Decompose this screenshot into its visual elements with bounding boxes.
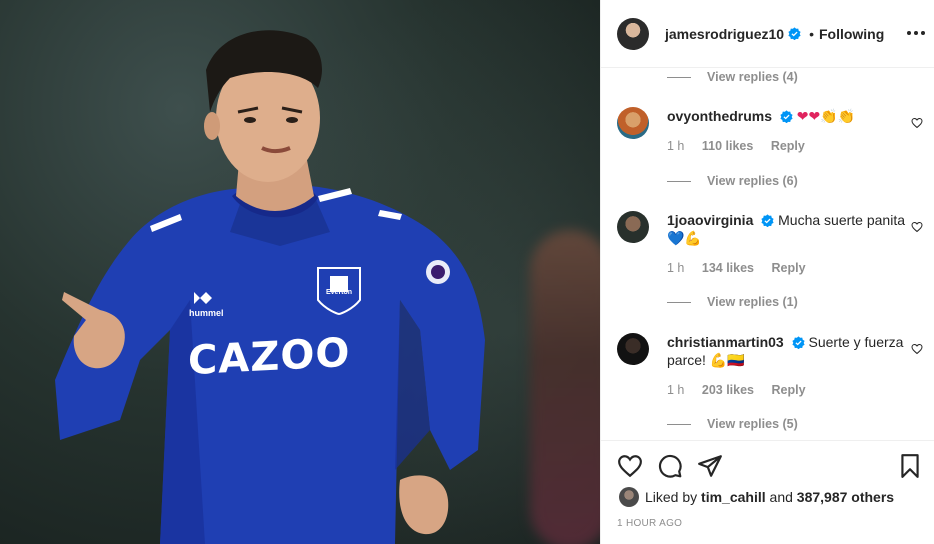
heart-icon[interactable] — [617, 453, 643, 479]
post-header: jamesrodriguez10 • Following — [601, 0, 934, 68]
verified-badge-icon — [788, 27, 801, 40]
shirt-brand-text: hummel — [189, 308, 224, 318]
view-replies-button[interactable]: View replies (1) — [667, 295, 798, 309]
comment-like-heart-icon[interactable] — [911, 117, 923, 129]
comment-reply-button[interactable]: Reply — [772, 383, 806, 397]
comment-avatar[interactable] — [617, 211, 649, 243]
replies-line — [667, 424, 691, 426]
comment-meta: 1 h 134 likes Reply — [667, 261, 820, 275]
verified-badge-icon — [761, 214, 774, 227]
view-replies-button[interactable]: View replies (6) — [667, 174, 798, 188]
comment-body: ovyonthedrums ❤❤👏👏 — [667, 107, 911, 126]
player-figure: hummel Everton CAZOO — [0, 0, 600, 544]
view-replies-button[interactable]: View replies (4) — [667, 70, 798, 84]
instagram-post: hummel Everton CAZOO jamesrodriguez10 • … — [0, 0, 934, 544]
liked-by-prefix: Liked by — [645, 489, 698, 505]
comment-body: christianmartin03 Suerte y fuerza parce!… — [667, 333, 911, 370]
post-side-panel: jamesrodriguez10 • Following View replie… — [600, 0, 934, 544]
view-replies-label: View replies (6) — [707, 174, 798, 188]
comment-meta: 1 h 203 likes Reply — [667, 383, 820, 397]
header-separator: • — [809, 25, 814, 42]
verified-badge-icon — [792, 336, 805, 349]
comment-time: 1 h — [667, 139, 685, 153]
comment-likes[interactable]: 110 likes — [702, 139, 753, 153]
view-replies-label: View replies (5) — [707, 417, 798, 431]
shirt-sponsor-text: CAZOO — [188, 329, 351, 385]
comment-emojis: 💪🇨🇴 — [709, 353, 745, 369]
comment-item: ovyonthedrums ❤❤👏👏 1 h 110 likes Reply V… — [617, 107, 934, 207]
view-replies-label: View replies (1) — [707, 295, 798, 309]
comment-likes[interactable]: 203 likes — [702, 383, 754, 397]
bookmark-icon[interactable] — [897, 453, 923, 479]
replies-line — [667, 77, 691, 79]
comment-likes[interactable]: 134 likes — [702, 261, 754, 275]
shirt-crest-text: Everton — [326, 289, 353, 296]
liked-by-user[interactable]: tim_cahill — [701, 489, 766, 505]
replies-line — [667, 302, 691, 304]
comment-icon[interactable] — [657, 453, 683, 479]
post-timestamp[interactable]: 1 HOUR AGO — [617, 518, 682, 529]
comment-avatar[interactable] — [617, 107, 649, 139]
comment-avatar[interactable] — [617, 333, 649, 365]
replies-line — [667, 181, 691, 183]
view-replies-label: View replies (4) — [707, 70, 798, 84]
liker-avatar[interactable] — [619, 487, 639, 507]
comments-list[interactable]: View replies (4) ovyonthedrums ❤❤👏👏 1 h … — [601, 68, 934, 440]
comment-body: 1joaovirginia Mucha suerte panita 💙💪 — [667, 211, 911, 248]
comment-text: Mucha suerte panita — [778, 212, 905, 228]
comment-like-heart-icon[interactable] — [911, 343, 923, 355]
comment-username[interactable]: ovyonthedrums — [667, 108, 772, 124]
comment-item: 1joaovirginia Mucha suerte panita 💙💪 1 h… — [617, 211, 934, 321]
comment-meta: 1 h 110 likes Reply — [667, 139, 819, 153]
comment-time: 1 h — [667, 383, 685, 397]
view-replies-button[interactable]: View replies (5) — [667, 417, 798, 431]
comment-time: 1 h — [667, 261, 685, 275]
share-icon[interactable] — [697, 453, 723, 479]
comment-item: christianmartin03 Suerte y fuerza parce!… — [617, 333, 934, 440]
comment-emojis: ❤❤👏👏 — [796, 109, 856, 125]
more-options-icon[interactable] — [907, 25, 927, 41]
verified-badge-icon — [780, 110, 793, 123]
post-photo[interactable]: hummel Everton CAZOO — [0, 0, 600, 544]
comment-emojis: 💙💪 — [667, 231, 702, 247]
liked-by-and: and — [769, 489, 793, 505]
comment-like-heart-icon[interactable] — [911, 221, 923, 233]
liked-by-row: Liked by tim_cahill and 387,987 others — [619, 487, 894, 507]
comment-reply-button[interactable]: Reply — [771, 139, 805, 153]
comment-username[interactable]: christianmartin03 — [667, 334, 784, 350]
comment-reply-button[interactable]: Reply — [772, 261, 806, 275]
author-avatar[interactable] — [617, 17, 649, 50]
comment-username[interactable]: 1joaovirginia — [667, 212, 753, 228]
liked-by-others[interactable]: 387,987 others — [797, 489, 894, 505]
author-username[interactable]: jamesrodriguez10 — [665, 26, 784, 42]
following-button[interactable]: Following — [819, 26, 884, 42]
